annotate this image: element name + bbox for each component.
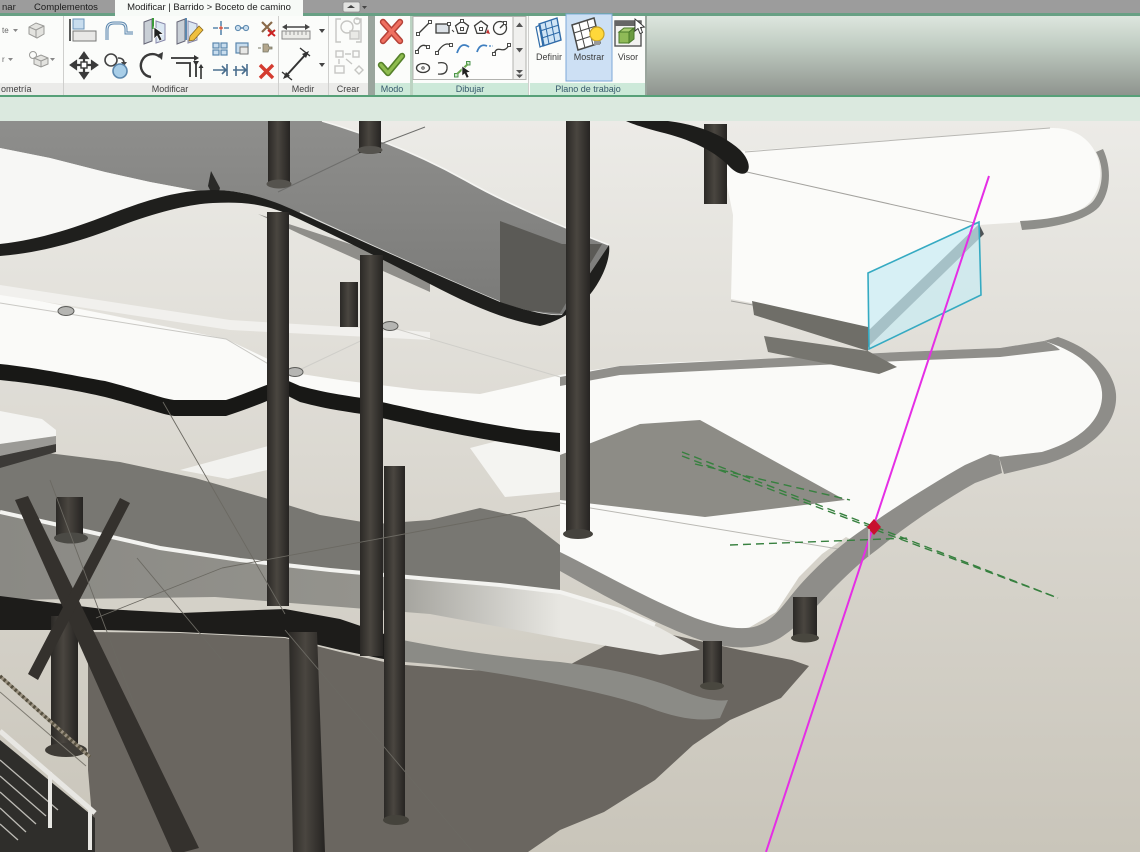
- svg-text:Plano de trabajo: Plano de trabajo: [555, 84, 621, 94]
- svg-text:Medir: Medir: [292, 84, 315, 94]
- svg-text:Definir: Definir: [536, 52, 562, 62]
- svg-text:Mostrar: Mostrar: [574, 52, 605, 62]
- svg-text:Visor: Visor: [618, 52, 638, 62]
- svg-text:Modo: Modo: [381, 84, 404, 94]
- svg-text:Complementos: Complementos: [34, 2, 98, 13]
- svg-text:ometría: ometría: [1, 84, 32, 94]
- svg-text:Modificar: Modificar: [152, 84, 189, 94]
- svg-text:nar: nar: [2, 2, 16, 13]
- svg-text:r: r: [2, 55, 5, 64]
- svg-text:Modificar | Barrido > Boceto d: Modificar | Barrido > Boceto de camino: [127, 2, 291, 13]
- svg-text:Dibujar: Dibujar: [456, 84, 485, 94]
- svg-text:Crear: Crear: [337, 84, 360, 94]
- svg-text:te: te: [2, 26, 9, 35]
